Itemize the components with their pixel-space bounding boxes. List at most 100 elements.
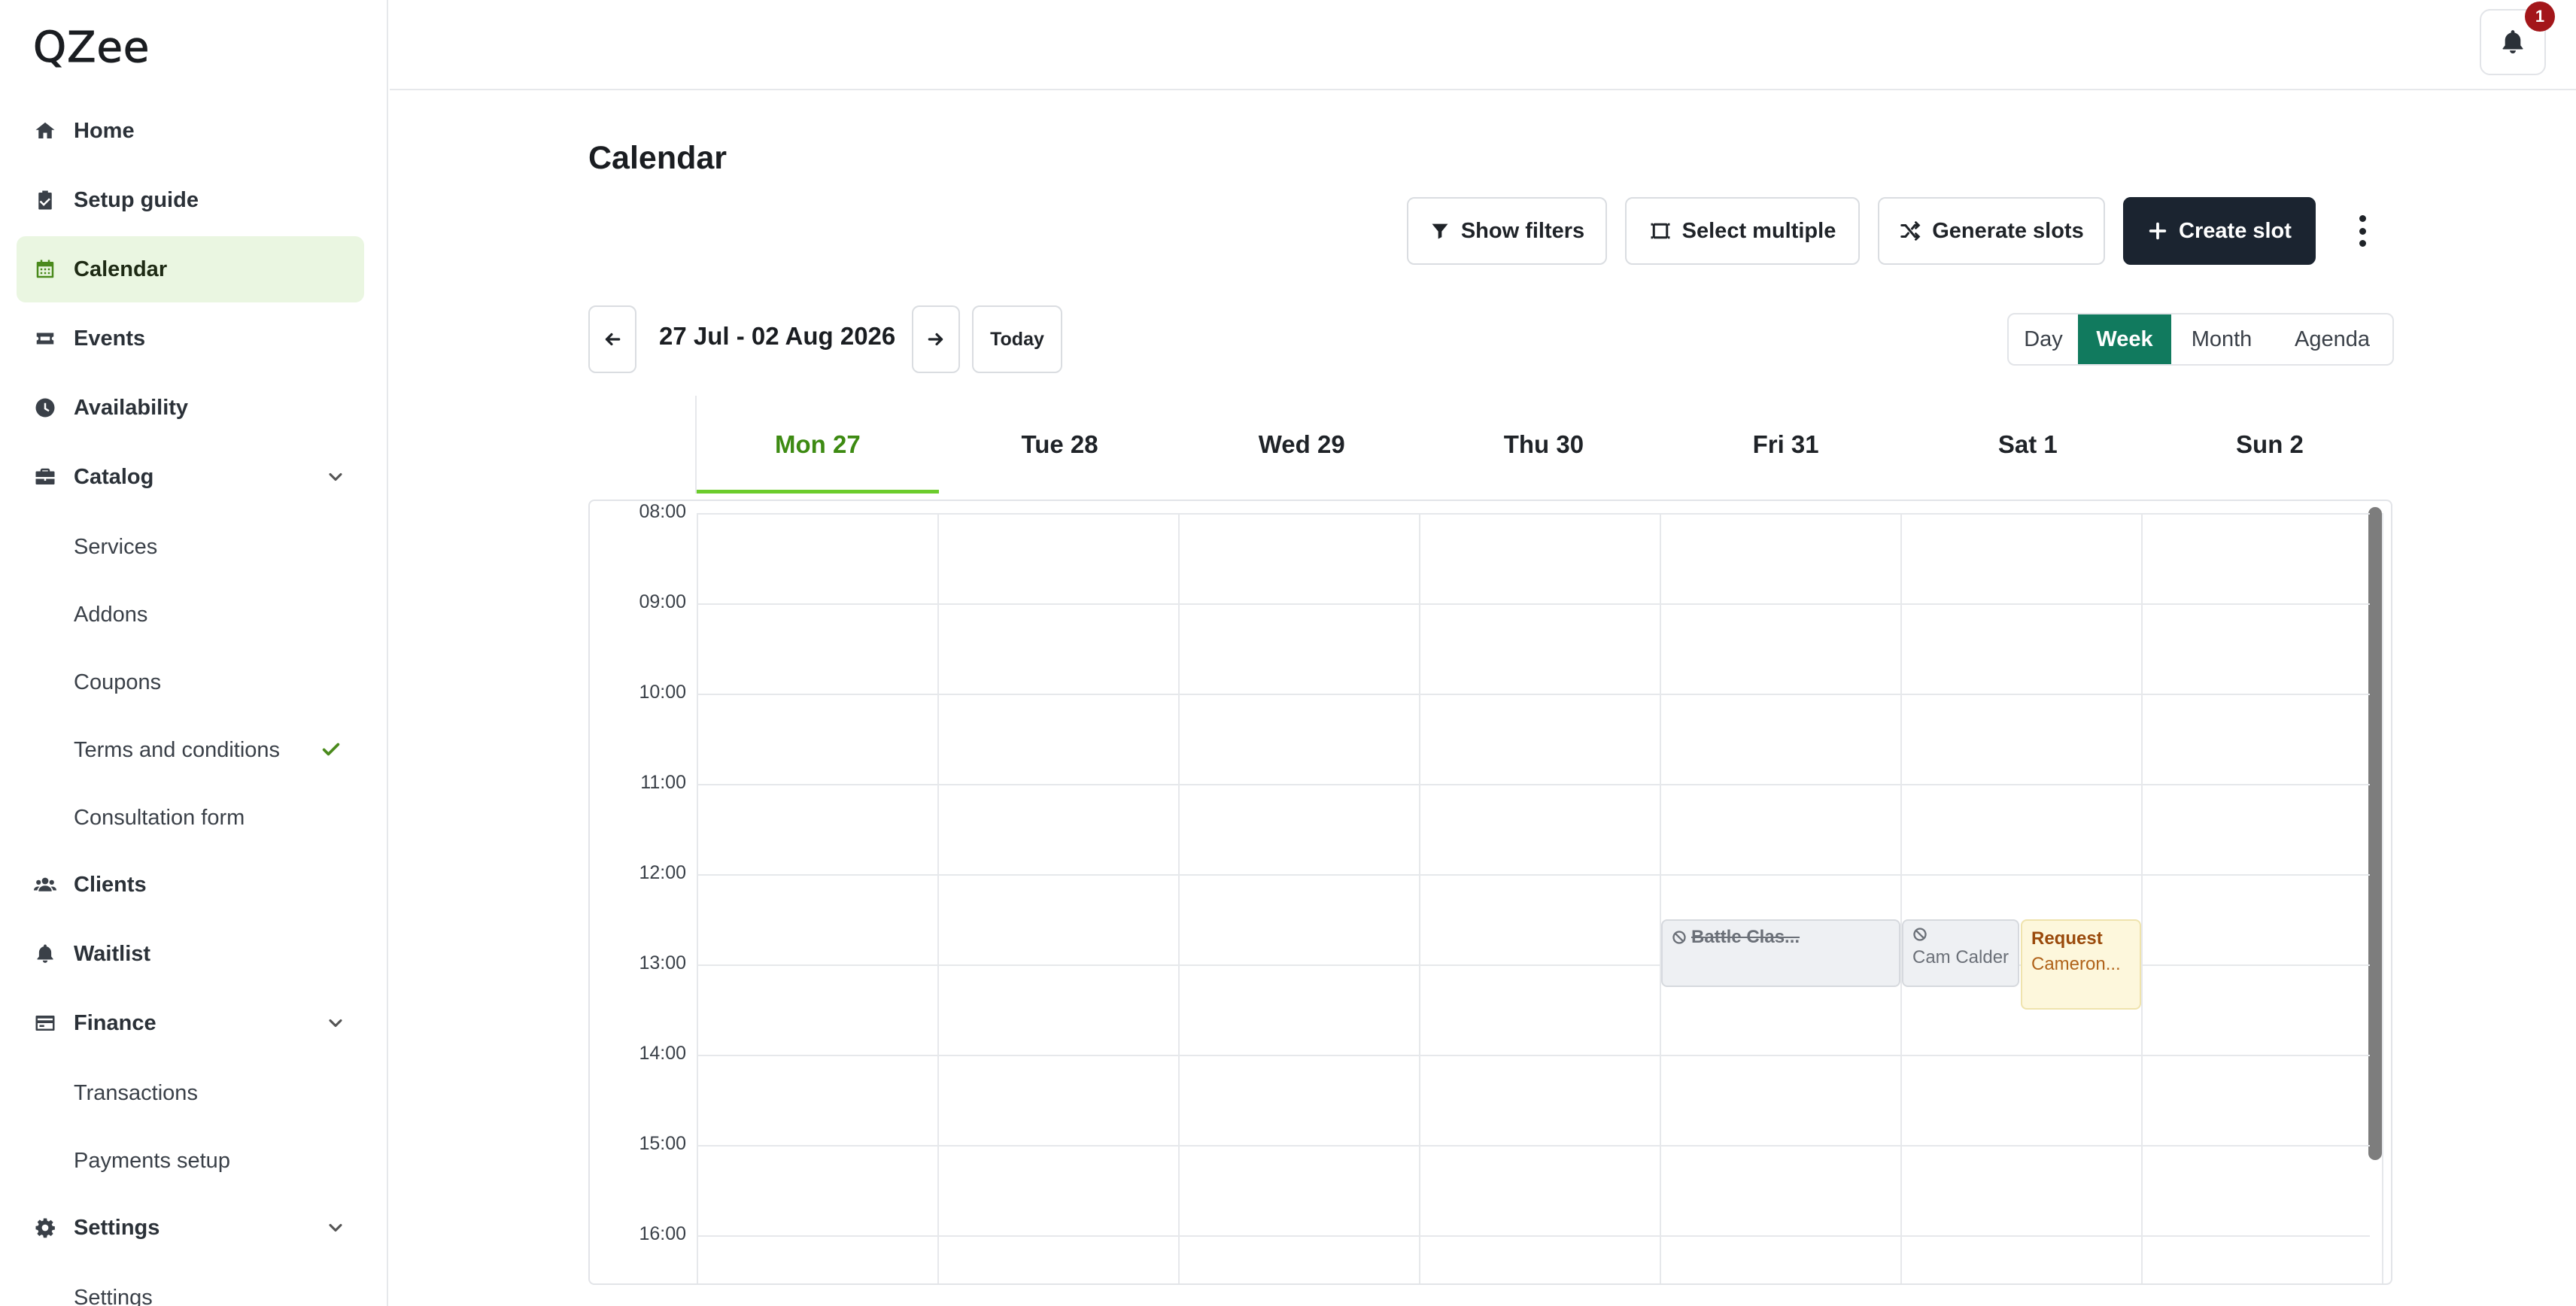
sidebar-icon-wrap [33,326,57,351]
expand-toggle[interactable] [325,1217,346,1238]
view-agenda-button[interactable]: Agenda [2272,314,2392,364]
day-header[interactable]: Mon 27 [697,396,939,494]
sidebar-item-calendar[interactable]: Calendar [17,236,364,302]
chevron-down-icon [329,472,342,481]
select-multiple-button[interactable]: Select multiple [1625,197,1860,265]
sidebar-item-label: Clients [74,872,147,897]
create-slot-button[interactable]: Create slot [2123,197,2316,265]
sidebar-subitem-consultation-form[interactable]: Consultation form [17,784,364,852]
view-week-button[interactable]: Week [2078,314,2171,364]
page-title: Calendar [588,140,728,176]
sidebar-item-label: Home [74,118,135,143]
sidebar-icon-wrap [33,188,57,212]
sidebar-item-label: Finance [74,1010,156,1035]
event-request[interactable]: Request Cameron... [2021,919,2141,1010]
sidebar-subitem-label: Settings [74,1285,153,1306]
event-subtitle: Cameron... [2031,954,2121,974]
sidebar-icon-wrap [33,942,57,966]
sidebar-item-label: Events [74,326,146,351]
view-month-button[interactable]: Month [2171,314,2272,364]
day-header[interactable]: Wed 29 [1180,396,1423,494]
chevron-down-icon [329,1019,342,1028]
sidebar-item-availability[interactable]: Availability [17,375,364,441]
app-root: QZee Home Setup guide Calendar Events Availa… [0,0,2576,1306]
logo-text: QZee [32,23,150,72]
briefcase-icon [35,468,55,484]
day-header[interactable]: Tue 28 [939,396,1181,494]
hour-label: 11:00 [640,772,686,793]
notification-badge: 1 [2525,2,2555,32]
vertical-scrollbar[interactable] [2368,507,2382,1160]
week-grid[interactable]: 08:00 09:00 10:00 11:00 12:00 13:00 14:00 15:00… [588,500,2392,1285]
sidebar-subitem-terms-and-conditions[interactable]: Terms and conditions [17,716,364,784]
sidebar-subitem-transactions[interactable]: Transactions [17,1059,364,1127]
sidebar-subitem-payments-setup[interactable]: Payments setup [17,1127,364,1195]
event-blocked[interactable]: Cam Calder [1902,919,2019,987]
more-options-icon[interactable] [2349,215,2376,247]
view-day-button[interactable]: Day [2009,314,2078,364]
sidebar-item-settings[interactable]: Settings [17,1195,364,1261]
sidebar-item-clients[interactable]: Clients [17,852,364,918]
credit-card-icon [35,1016,55,1031]
day-header-row: Mon 27 Tue 28 Wed 29 Thu 30 Fri 31 Sat 1 Sun 2 [697,396,2391,494]
select-multiple-label: Select multiple [1681,218,1836,243]
day-column-divider [1178,513,1180,1283]
sidebar-subitem-coupons[interactable]: Coupons [17,648,364,716]
generate-slots-button[interactable]: Generate slots [1878,197,2105,265]
generate-slots-label: Generate slots [1932,218,2084,243]
day-header[interactable]: Sat 1 [1906,396,2149,494]
sidebar-icon-wrap [33,873,57,897]
clipboard-check-icon [38,190,52,210]
day-header[interactable]: Fri 31 [1665,396,1907,494]
bell-icon [37,944,53,963]
hour-gridline [698,603,2370,605]
hour-gridline [698,874,2370,876]
sidebar-item-catalog[interactable]: Catalog [17,444,364,510]
show-filters-button[interactable]: Show filters [1407,197,1607,265]
sidebar: QZee Home Setup guide Calendar Events Availa… [0,0,388,1306]
today-button[interactable]: Today [972,305,1062,373]
sidebar-subitem-services[interactable]: Services [17,513,364,581]
gear-icon [35,1218,55,1238]
sidebar-item-finance[interactable]: Finance [17,990,364,1056]
hour-label: 14:00 [639,1043,686,1064]
next-week-button[interactable] [912,305,960,373]
view-switcher: Day Week Month Agenda [2007,313,2394,366]
top-bar: 1 [390,0,2576,90]
day-header[interactable]: Thu 30 [1423,396,1665,494]
day-column-divider [1660,513,1661,1283]
sidebar-item-setup[interactable]: Setup guide [17,167,364,233]
filter-icon [1432,223,1448,239]
hour-label: 13:00 [639,952,686,973]
prev-week-button[interactable] [588,305,636,373]
home-icon [35,122,55,138]
hour-gridline [698,1235,2370,1237]
sidebar-subitem-label: Terms and conditions [74,737,281,762]
expand-toggle[interactable] [325,466,346,487]
sidebar-nav: Home Setup guide Calendar Events Availabilit… [17,98,364,1306]
chevron-down-icon [329,1223,342,1232]
day-column-divider [1900,513,1902,1283]
sidebar-item-events[interactable]: Events [17,305,364,372]
sidebar-item-label: Settings [74,1215,160,1240]
sidebar-subitem-settings[interactable]: Settings [17,1264,364,1306]
event-subtitle: Cam Calder [1912,947,2009,967]
hour-gridline [698,1145,2370,1147]
hour-gridline [698,513,2370,515]
sidebar-icon-wrap [33,465,57,489]
sidebar-item-label: Calendar [74,257,168,281]
sidebar-subitem-addons[interactable]: Addons [17,581,364,648]
sidebar-icon-wrap [33,119,57,143]
calendar-icon [36,260,54,278]
plus-icon [2149,222,2167,240]
expand-toggle[interactable] [325,1013,346,1034]
sidebar-subitem-label: Coupons [74,670,162,694]
sidebar-item-waitlist[interactable]: Waitlist [17,921,364,987]
shuffle-icon [1900,221,1921,241]
clock-icon [35,398,55,418]
event-blocked[interactable]: Battle Clas... [1661,919,1900,987]
day-header[interactable]: Sun 2 [2149,396,2391,494]
sidebar-item-home[interactable]: Home [17,98,364,164]
event-title: Request [2031,928,2103,949]
logo[interactable]: QZee [32,23,150,72]
